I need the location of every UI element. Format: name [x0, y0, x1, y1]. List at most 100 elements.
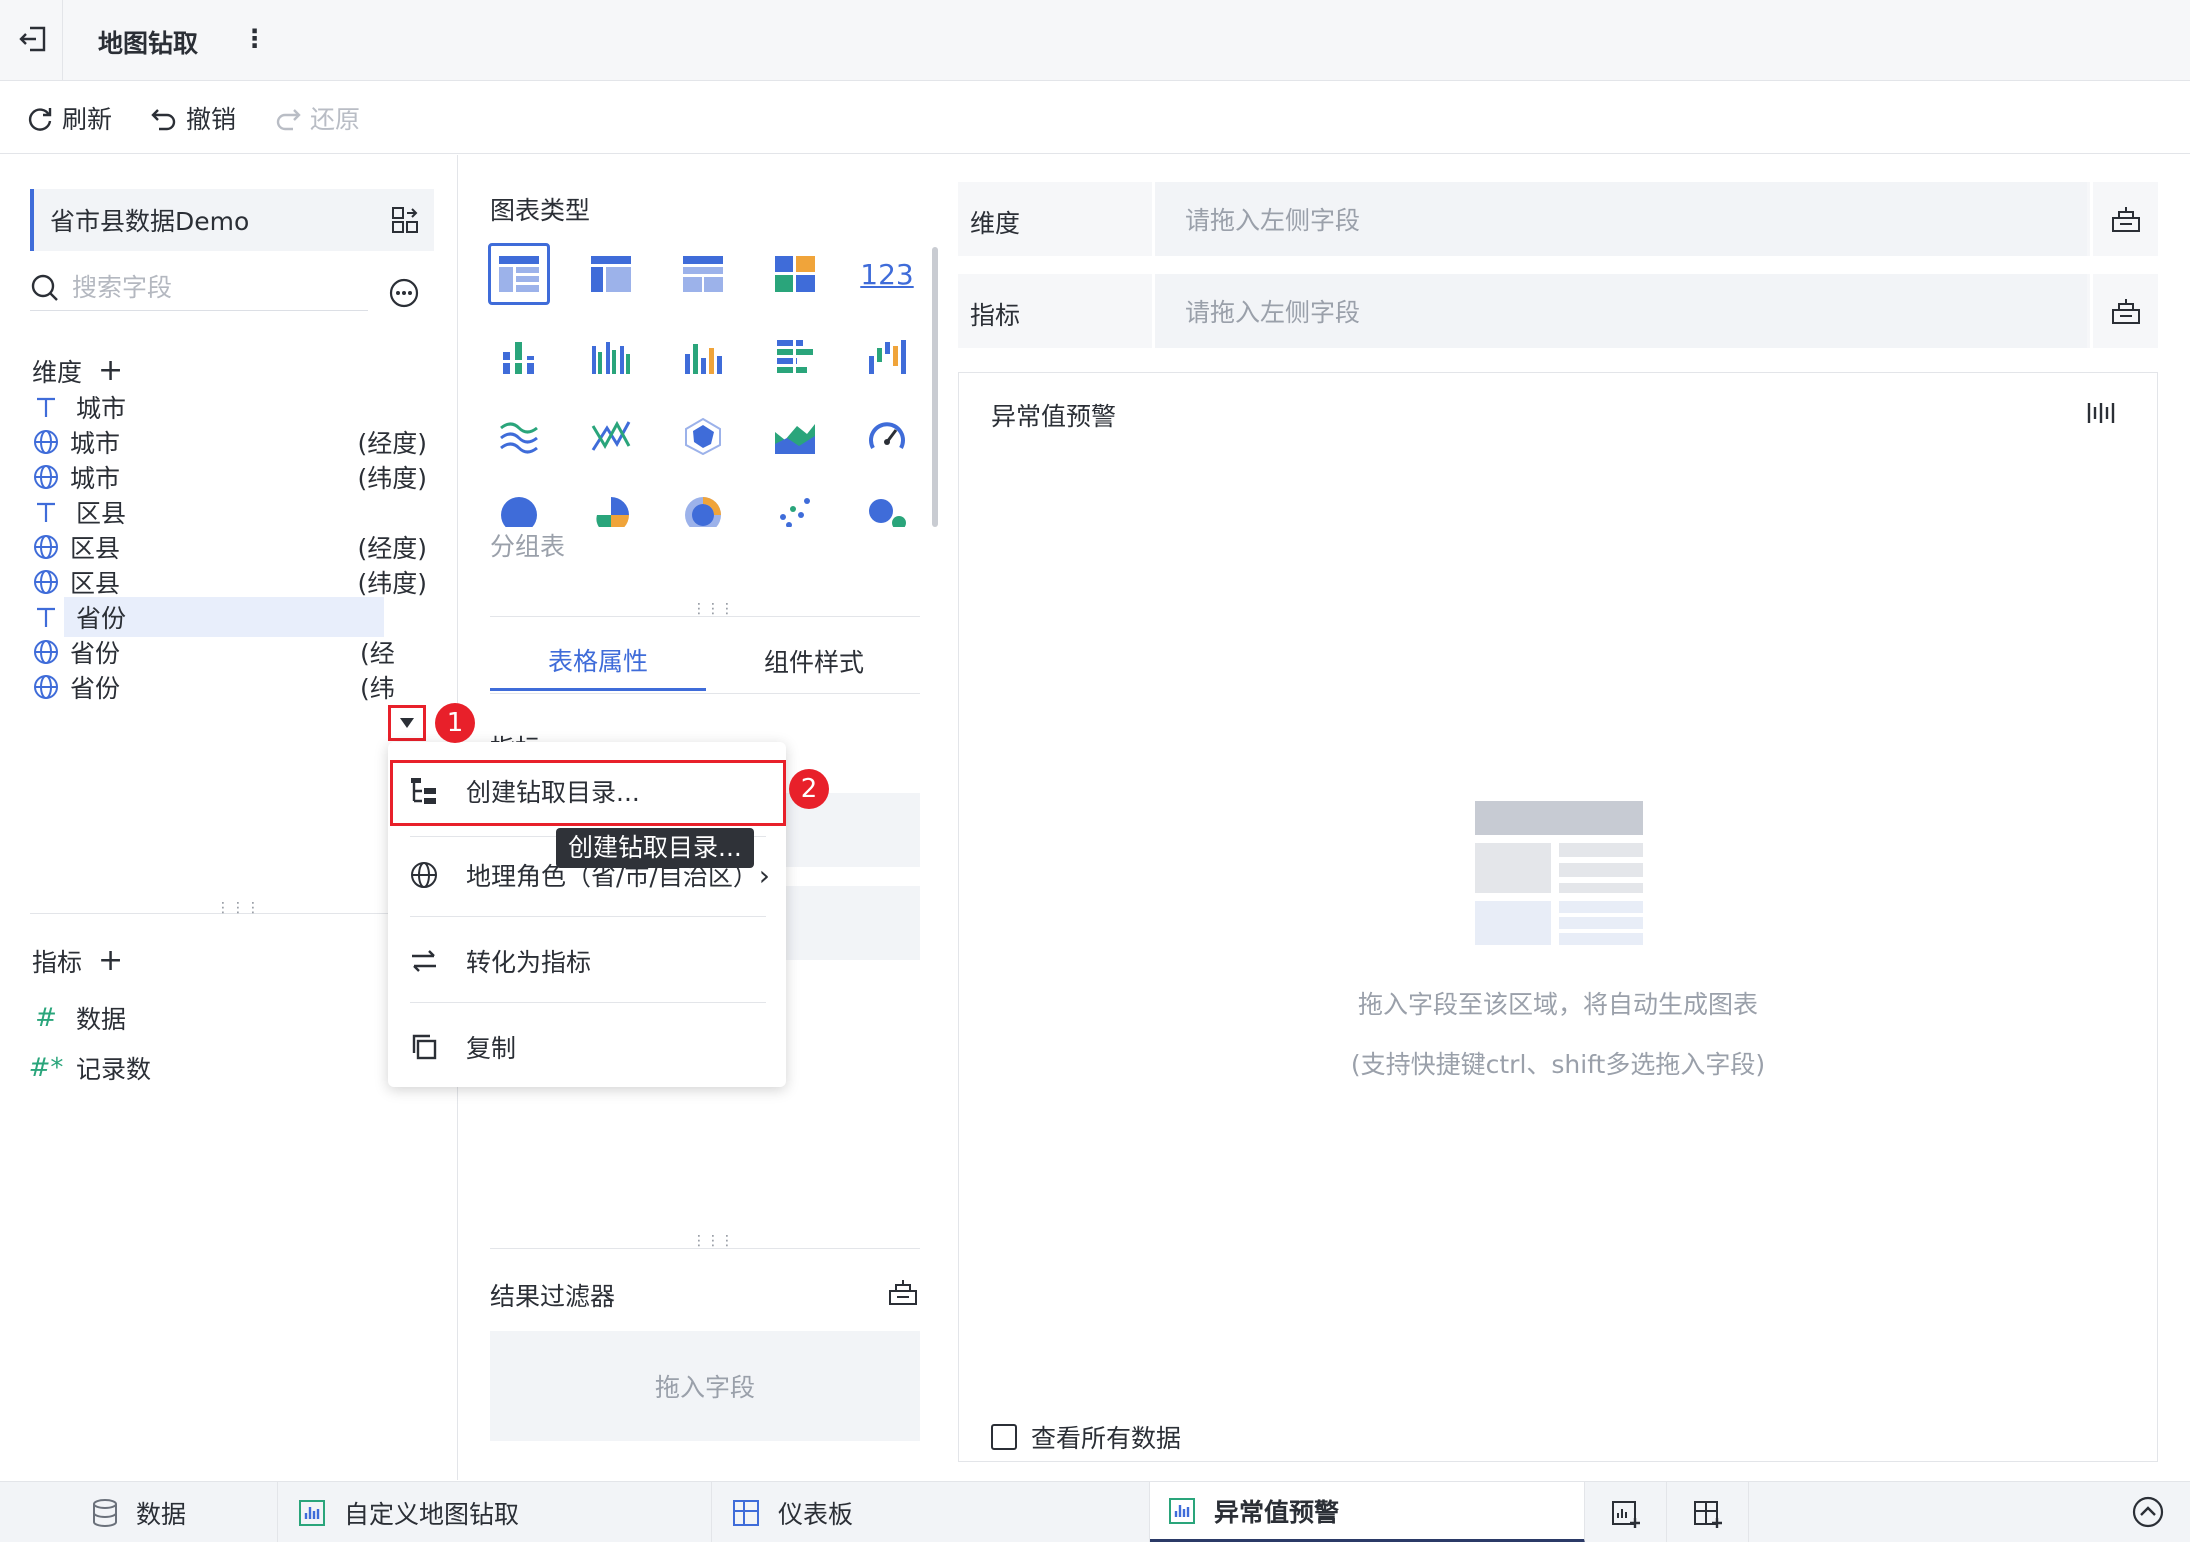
tab-outlier-warning[interactable]: 异常值预警 — [1150, 1482, 1585, 1542]
exit-icon[interactable] — [18, 24, 48, 54]
filter-bucket-icon[interactable] — [888, 1277, 918, 1307]
field-name: 区县 — [76, 499, 127, 528]
tab-component-style[interactable]: 组件样式 — [706, 631, 922, 691]
menu-item-copy[interactable]: 复制 — [388, 1016, 786, 1078]
search-input[interactable] — [72, 273, 342, 302]
column-chart-icon[interactable] — [672, 325, 734, 387]
pie-chart-icon[interactable] — [488, 487, 550, 527]
search-icon — [31, 274, 58, 301]
resize-handle[interactable]: ⋮⋮⋮ — [692, 1233, 734, 1249]
dataset-selector[interactable]: 省市县数据Demo — [30, 189, 434, 251]
field-search — [30, 265, 368, 311]
field-row-city-lng[interactable]: 城市 (经度) — [32, 422, 427, 462]
undo-label: 撤销 — [186, 105, 237, 134]
bottom-tab-bar: 数据 自定义地图钻取 仪表板 异常值预警 — [0, 1481, 2190, 1542]
resize-handle[interactable]: ⋮⋮⋮ — [692, 601, 734, 617]
undo-button[interactable]: 撤销 — [150, 100, 236, 136]
dataset-name: 省市县数据Demo — [50, 207, 250, 236]
field-suffix: (纬度) — [357, 464, 427, 493]
tab-dashboard[interactable]: 仪表板 — [712, 1482, 1150, 1542]
divider — [62, 0, 63, 81]
dimensions-title: 维度 — [32, 358, 83, 387]
swap-icon — [406, 947, 442, 975]
chart-type-scrollbar[interactable] — [932, 247, 938, 527]
field-row-data[interactable]: # 数据 — [32, 998, 427, 1038]
result-filter-title: 结果过滤器 — [490, 1282, 616, 1311]
measure-drop-zone[interactable]: 请拖入左侧字段 — [1152, 274, 2087, 348]
result-filter-drop-zone[interactable]: 拖入字段 — [490, 1331, 920, 1441]
collapse-up-icon[interactable] — [2132, 1496, 2164, 1528]
line-chart-icon[interactable] — [488, 405, 550, 467]
chart-icon — [1169, 1497, 1195, 1524]
tab-table-properties[interactable]: 表格属性 — [490, 631, 706, 691]
sunburst-chart-icon[interactable] — [672, 487, 734, 527]
stacked-column-icon[interactable] — [488, 325, 550, 387]
add-dashboard-button[interactable] — [1667, 1482, 1749, 1542]
menu-item-convert-to-measure[interactable]: 转化为指标 — [388, 930, 786, 992]
field-suffix: (经 — [360, 639, 395, 668]
divider — [490, 693, 920, 694]
more-icon[interactable]: ⋮ — [242, 24, 267, 53]
component-title: 异常值预警 — [991, 402, 1117, 431]
kpi-number-icon[interactable]: 123 — [856, 243, 918, 305]
grouped-column-icon[interactable] — [580, 325, 642, 387]
measure-bucket-icon[interactable] — [2090, 274, 2158, 348]
pivot-table-icon[interactable] — [580, 243, 642, 305]
field-row-city-lat[interactable]: 城市 (纬度) — [32, 457, 427, 497]
more-options-icon[interactable] — [388, 277, 420, 309]
chart-canvas: 异常值预警 拖入字段至该区域，将自动生成图表 (支持快捷键ctrl、shift多… — [958, 372, 2158, 1462]
field-row-province-lng[interactable]: 省份 (经 — [32, 632, 427, 672]
radar-chart-icon[interactable] — [672, 405, 734, 467]
field-name: 省份 — [70, 639, 121, 668]
number-field-icon: #* — [28, 1053, 64, 1083]
field-row-district-lng[interactable]: 区县 (经度) — [32, 527, 427, 567]
field-dropdown-button[interactable] — [388, 705, 426, 741]
tab-custom-map-drill[interactable]: 自定义地图钻取 — [278, 1482, 712, 1542]
view-all-data-checkbox[interactable]: 查看所有数据 — [991, 1419, 1181, 1455]
dimension-drop-zone[interactable]: 请拖入左侧字段 — [1152, 182, 2087, 256]
rose-chart-icon[interactable] — [580, 487, 642, 527]
chart-settings-icon[interactable] — [2087, 401, 2117, 425]
globe-icon — [406, 861, 442, 889]
add-dashboard-icon — [1693, 1500, 1722, 1528]
field-suffix: (经度) — [357, 534, 427, 563]
field-row-province-lat[interactable]: 省份 (纬 — [32, 667, 427, 707]
waterfall-chart-icon[interactable] — [856, 325, 918, 387]
field-suffix: (经度) — [357, 429, 427, 458]
dimension-bucket-icon[interactable] — [2090, 182, 2158, 256]
checkbox-box[interactable] — [991, 1424, 1017, 1450]
chevron-right-icon: › — [758, 858, 770, 892]
add-dimension-icon[interactable]: + — [98, 356, 123, 386]
field-row-city[interactable]: 城市 — [32, 387, 427, 427]
redo-button[interactable]: 还原 — [274, 100, 360, 136]
highlight-box — [390, 760, 786, 826]
field-name: 区县 — [70, 534, 121, 563]
tab-data[interactable]: 数据 — [0, 1482, 278, 1542]
chart-type-selected-label: 分组表 — [490, 532, 566, 561]
measure-label: 指标 — [970, 301, 1021, 330]
field-name: 数据 — [76, 1005, 127, 1034]
grouped-table-icon[interactable] — [488, 243, 550, 305]
field-row-province[interactable]: 省份 — [32, 597, 427, 637]
card-icon[interactable] — [764, 243, 826, 305]
bar-chart-icon[interactable] — [764, 325, 826, 387]
text-field-icon — [32, 393, 60, 421]
menu-item-label: 复制 — [466, 1034, 517, 1063]
dimensions-header: 维度 + — [32, 353, 123, 389]
field-row-district[interactable]: 区县 — [32, 492, 427, 532]
detail-table-icon[interactable] — [672, 243, 734, 305]
switch-dataset-icon[interactable] — [390, 205, 420, 235]
cross-line-icon[interactable] — [580, 405, 642, 467]
scatter-chart-icon[interactable] — [764, 487, 826, 527]
area-chart-icon[interactable] — [764, 405, 826, 467]
field-row-district-lat[interactable]: 区县 (纬度) — [32, 562, 427, 602]
field-name: 城市 — [76, 394, 127, 423]
add-measure-icon[interactable]: + — [98, 946, 123, 976]
field-suffix: (纬 — [360, 674, 395, 703]
bubble-chart-icon[interactable] — [856, 487, 918, 527]
gauge-chart-icon[interactable] — [856, 405, 918, 467]
resize-handle[interactable]: ⋮⋮⋮ — [216, 900, 261, 916]
add-chart-button[interactable] — [1585, 1482, 1667, 1542]
field-row-record-count[interactable]: #* 记录数 — [28, 1048, 427, 1088]
refresh-button[interactable]: 刷新 — [26, 100, 112, 136]
